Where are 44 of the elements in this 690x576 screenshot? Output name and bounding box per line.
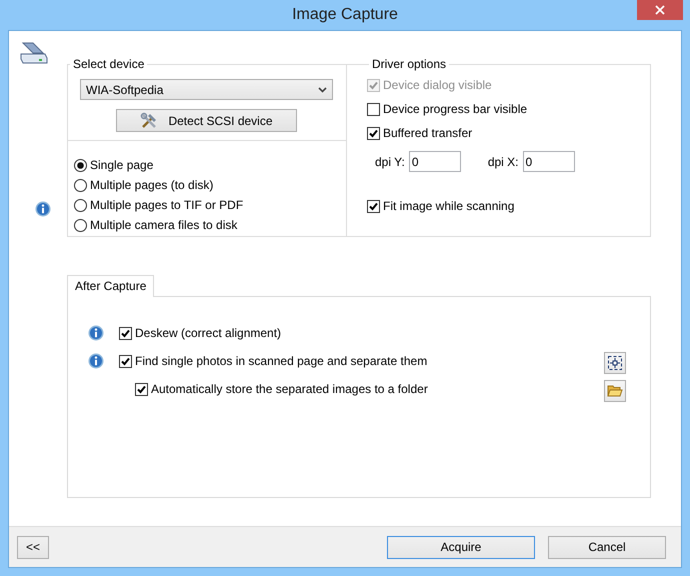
radio-label: Multiple pages (to disk) — [90, 178, 214, 192]
input-field[interactable]: 0 — [408, 151, 461, 172]
radio-button[interactable] — [74, 218, 87, 232]
checkbox-label: Fit image while scanning — [383, 199, 514, 213]
cancel-button[interactable]: Cancel — [548, 536, 666, 558]
field-label: dpi Y: — [375, 154, 405, 168]
window-title: Image Capture — [292, 6, 398, 24]
checkbox[interactable] — [367, 126, 380, 140]
checkbox[interactable] — [135, 382, 148, 396]
checkbox[interactable] — [367, 200, 380, 212]
radio-label: Single page — [90, 158, 154, 172]
detect-button[interactable]: Detect SCSI device — [116, 109, 297, 132]
tools-icon — [140, 112, 158, 130]
group-title: Select device — [72, 57, 146, 71]
back-button[interactable]: << — [17, 536, 49, 558]
folder-button[interactable] — [604, 380, 626, 402]
radio-button[interactable] — [74, 178, 87, 192]
folder-icon — [607, 384, 623, 398]
input-field[interactable]: 0 — [522, 151, 574, 172]
radio-button[interactable] — [74, 158, 87, 172]
checkbox-label: Buffered transfer — [383, 126, 472, 140]
radio-label: Multiple pages to TIF or PDF — [90, 198, 244, 212]
device-dropdown[interactable]: WIA-Softpedia — [80, 79, 333, 100]
field-label: dpi X: — [488, 154, 518, 168]
close-icon — [655, 5, 665, 15]
info-icon — [35, 201, 51, 217]
checkbox[interactable] — [119, 326, 132, 340]
checkbox[interactable] — [367, 102, 380, 116]
tab[interactable]: After Capture — [67, 275, 154, 297]
crop-button[interactable] — [604, 352, 626, 374]
checkbox-label: Device progress bar visible — [383, 102, 528, 116]
selection-icon — [607, 355, 623, 371]
checkbox-label: Find single photos in scanned page and separate them — [135, 354, 428, 368]
chevron-icon — [318, 86, 327, 92]
close-button[interactable] — [637, 0, 683, 20]
checkbox-label: Automatically store the separated images to a folder — [151, 382, 428, 396]
acquire-button[interactable]: Acquire — [387, 536, 535, 558]
checkbox[interactable] — [119, 354, 132, 368]
radio-label: Multiple camera files to disk — [90, 218, 238, 232]
scanner-icon — [19, 41, 49, 65]
radio-button[interactable] — [74, 198, 87, 212]
checkbox-label: Device dialog visible — [383, 78, 492, 92]
group-title: Driver options — [371, 57, 448, 71]
checkbox-label: Deskew (correct alignment) — [135, 326, 282, 340]
